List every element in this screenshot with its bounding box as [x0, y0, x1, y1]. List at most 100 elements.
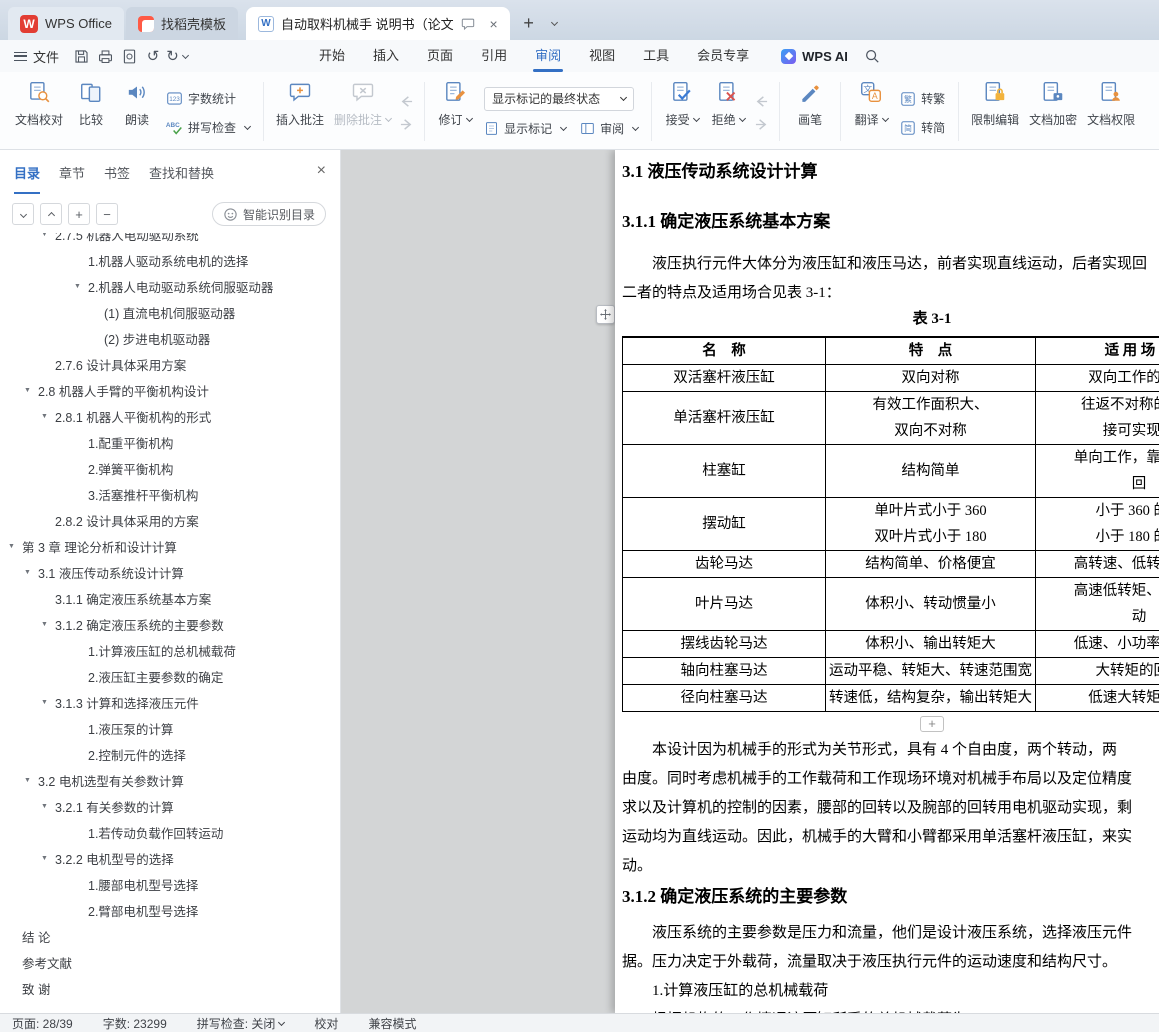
doc-proofing-button[interactable]: 文档校对 [10, 77, 68, 149]
document-permission-button[interactable]: 文档权限 [1082, 77, 1140, 149]
toc-item[interactable]: ▼(2) 步进电机驱动器 [0, 325, 340, 351]
expand-arrow-icon[interactable]: ▼ [8, 543, 22, 550]
table-move-handle[interactable] [596, 305, 615, 324]
expand-arrow-icon[interactable]: ▼ [41, 803, 55, 810]
toc-item[interactable]: ▼2.7.6 设计具体采用方案 [0, 351, 340, 377]
tab-close-icon[interactable]: × [486, 16, 502, 32]
print-preview-button[interactable] [117, 40, 141, 72]
toc-item[interactable]: ▼ 第 3 章 理论分析和设计计算 [0, 533, 340, 559]
ink-pen-button[interactable]: 画笔 [787, 77, 833, 149]
previous-comment-icon[interactable] [399, 95, 414, 108]
toc-item[interactable]: ▼(1) 直流电机伺服驱动器 [0, 299, 340, 325]
expand-arrow-icon[interactable]: ▼ [41, 621, 55, 628]
toc-item[interactable]: ▼2.液压缸主要参数的确定 [0, 663, 340, 689]
translate-button[interactable]: 文 A 翻译 [848, 77, 894, 149]
toc-item[interactable]: ▼ 2.机器人电动驱动系统伺服驱动器 [0, 273, 340, 299]
next-revision-icon[interactable] [754, 118, 769, 131]
toc-collapse-button[interactable]: − [96, 203, 118, 225]
toc-item[interactable]: ▼ 3.2 电机选型有关参数计算 [0, 767, 340, 793]
panel-tab-章节[interactable]: 章节 [59, 151, 85, 194]
menu-开始[interactable]: 开始 [305, 40, 359, 72]
menu-会员专享[interactable]: 会员专享 [683, 40, 763, 72]
toc-item[interactable]: ▼参考文献 [0, 949, 340, 975]
panel-tab-目录[interactable]: 目录 [14, 151, 41, 194]
accept-revision-button[interactable]: 接受 [659, 77, 705, 149]
new-tab-button[interactable]: + [516, 7, 542, 40]
tab-list-chevron-icon[interactable] [542, 7, 564, 40]
delete-comment-button[interactable]: 删除批注 [329, 77, 396, 149]
toc-item[interactable]: ▼ 3.1.2 确定液压系统的主要参数 [0, 611, 340, 637]
next-comment-icon[interactable] [399, 118, 414, 131]
toc-item[interactable]: ▼1.计算液压缸的总机械载荷 [0, 637, 340, 663]
menu-页面[interactable]: 页面 [413, 40, 467, 72]
spellcheck-status[interactable]: 拼写检查: 关闭 [197, 1015, 286, 1032]
to-simplified-button[interactable]: 简 转简 [900, 117, 945, 139]
panel-close-icon[interactable]: × [317, 162, 326, 180]
toc-previous-heading-button[interactable] [40, 203, 62, 225]
menu-引用[interactable]: 引用 [467, 40, 521, 72]
toc-item[interactable]: ▼2.控制元件的选择 [0, 741, 340, 767]
to-traditional-button[interactable]: 繁 转繁 [900, 88, 945, 110]
redo-button[interactable]: ↻ [165, 40, 189, 72]
menu-视图[interactable]: 视图 [575, 40, 629, 72]
toc-item[interactable]: ▼1.配重平衡机构 [0, 429, 340, 455]
toc-item[interactable]: ▼1.腰部电机型号选择 [0, 871, 340, 897]
insert-comment-button[interactable]: 插入批注 [271, 77, 329, 149]
toc-item[interactable]: ▼ 2.8.1 机器人平衡机构的形式 [0, 403, 340, 429]
smart-toc-button[interactable]: 智能识别目录 [211, 202, 326, 226]
toc-item[interactable]: ▼ 3.1.3 计算和选择液压元件 [0, 689, 340, 715]
toc-item[interactable]: ▼1.若传动负载作回转运动 [0, 819, 340, 845]
show-markup-button[interactable]: 显示标记 [484, 118, 568, 140]
print-button[interactable] [93, 40, 117, 72]
compare-button[interactable]: 比较 [68, 77, 114, 149]
toc-item[interactable]: ▼ 3.1 液压传动系统设计计算 [0, 559, 340, 585]
expand-arrow-icon[interactable]: ▼ [41, 413, 55, 420]
expand-arrow-icon[interactable]: ▼ [24, 569, 38, 576]
toc-next-heading-button[interactable] [12, 203, 34, 225]
undo-button[interactable]: ↺ [141, 40, 165, 72]
toc-item[interactable]: ▼3.活塞推杆平衡机构 [0, 481, 340, 507]
restrict-editing-button[interactable]: 限制编辑 [966, 77, 1024, 149]
previous-revision-icon[interactable] [754, 95, 769, 108]
toc-item[interactable]: ▼ 2.8 机器人手臂的平衡机构设计 [0, 377, 340, 403]
menu-工具[interactable]: 工具 [629, 40, 683, 72]
expand-arrow-icon[interactable]: ▼ [41, 855, 55, 862]
menu-插入[interactable]: 插入 [359, 40, 413, 72]
review-pane-button[interactable]: 审阅 [580, 118, 640, 140]
docer-template-tab[interactable]: 找稻壳模板 [125, 7, 238, 40]
toc-item[interactable]: ▼2.弹簧平衡机构 [0, 455, 340, 481]
insert-table-row-button[interactable]: + [920, 716, 944, 732]
menu-审阅[interactable]: 审阅 [521, 40, 575, 72]
toc-item[interactable]: ▼结 论 [0, 923, 340, 949]
wps-ai-button[interactable]: WPS AI [781, 40, 848, 72]
wps-home-tab[interactable]: W WPS Office [8, 7, 124, 40]
panel-tab-书签[interactable]: 书签 [104, 151, 130, 194]
toc-item[interactable]: ▼ 3.2.2 电机型号的选择 [0, 845, 340, 871]
toc-expand-button[interactable]: + [68, 203, 90, 225]
expand-arrow-icon[interactable]: ▼ [24, 387, 38, 394]
toc-item[interactable]: ▼ 3.2.1 有关参数的计算 [0, 793, 340, 819]
proofing-button[interactable]: 校对 [314, 1015, 338, 1032]
panel-tab-查找和替换[interactable]: 查找和替换 [149, 151, 214, 194]
expand-arrow-icon[interactable]: ▼ [41, 699, 55, 706]
document-page[interactable]: 3.1 液压传动系统设计计算 3.1.1 确定液压系统基本方案 液压执行元件大体… [615, 150, 1159, 1013]
file-menu[interactable]: 文件 [0, 40, 69, 72]
toc-item[interactable]: ▼致 谢 [0, 975, 340, 1001]
word-count-button[interactable]: 123 字数统计 [166, 88, 250, 110]
search-button[interactable] [864, 40, 880, 72]
toc-item[interactable]: ▼2.臂部电机型号选择 [0, 897, 340, 923]
expand-arrow-icon[interactable]: ▼ [24, 777, 38, 784]
track-changes-button[interactable]: 修订 [432, 77, 478, 149]
encrypt-document-button[interactable]: 文档加密 [1024, 77, 1082, 149]
toc-item[interactable]: ▼1.机器人驱动系统电机的选择 [0, 247, 340, 273]
toc-item[interactable]: ▼3.1.1 确定液压系统基本方案 [0, 585, 340, 611]
expand-arrow-icon[interactable]: ▼ [74, 283, 88, 290]
spell-check-button[interactable]: ABC 拼写检查 [166, 117, 252, 139]
markup-state-dropdown[interactable]: 显示标记的最终状态 [484, 86, 635, 111]
save-button[interactable] [69, 40, 93, 72]
toc-item[interactable]: ▼1.液压泵的计算 [0, 715, 340, 741]
reject-revision-button[interactable]: 拒绝 [705, 77, 751, 149]
toc-item[interactable]: ▼2.8.2 设计具体采用的方案 [0, 507, 340, 533]
read-aloud-button[interactable]: 朗读 [114, 77, 160, 149]
document-tab[interactable]: W 自动取料机械手 说明书（论文 × [245, 7, 510, 40]
